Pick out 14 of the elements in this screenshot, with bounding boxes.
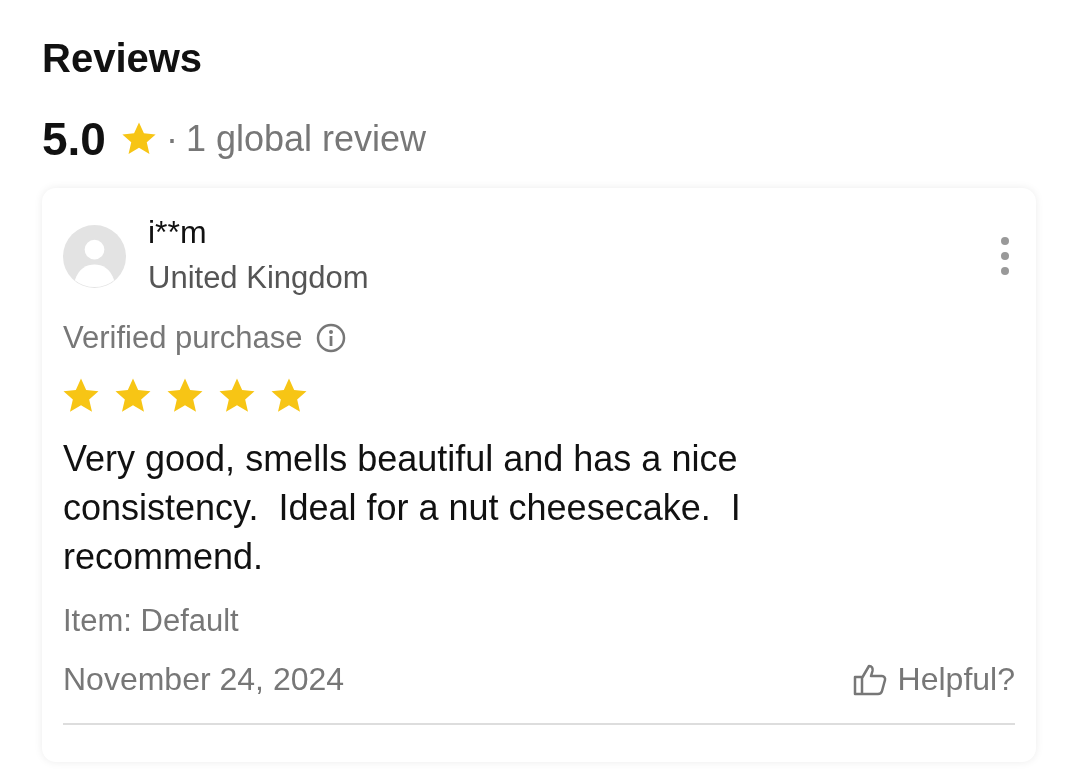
info-icon[interactable]	[314, 322, 347, 354]
helpful-button[interactable]: Helpful?	[849, 659, 1015, 699]
review-count: 1 global review	[185, 118, 427, 160]
reviewer-name: i**m	[148, 213, 208, 252]
review-text: Very good, smells beautiful and has a nice consistency. Ideal for a nut cheesecake. I recommend.	[63, 437, 742, 579]
verified-purchase-label: Verified purchase	[63, 320, 303, 356]
review-date: November 24, 2024	[63, 660, 345, 698]
section-title: Reviews	[42, 35, 204, 82]
avatar-icon	[63, 225, 126, 288]
reviewer-country: United Kingdom	[148, 259, 370, 297]
more-options-icon[interactable]	[999, 236, 1011, 276]
rating-score: 5.0	[42, 112, 106, 166]
separator-dot: ·	[165, 118, 178, 160]
item-variant: Item: Default	[63, 603, 240, 639]
